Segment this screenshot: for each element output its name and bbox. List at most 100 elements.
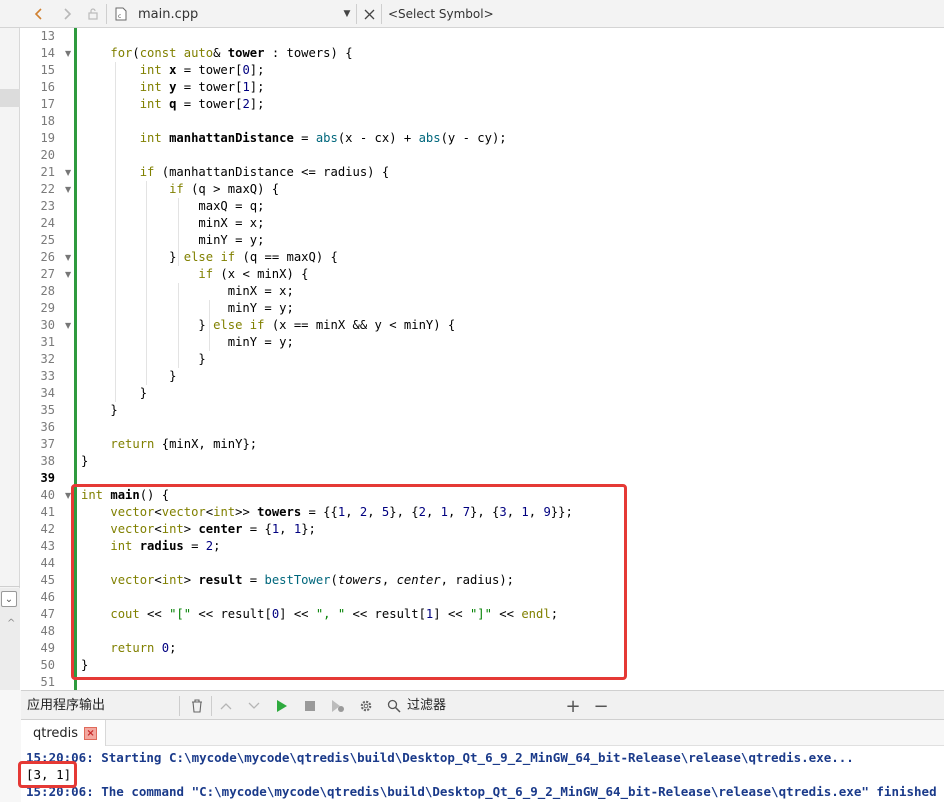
filter-input[interactable]: 过滤器 <box>407 691 446 721</box>
zoom-out-icon[interactable]: − <box>591 696 611 717</box>
tab-label: qtredis <box>33 725 79 741</box>
indent-guide <box>177 198 179 266</box>
line-number: 49 <box>40 641 55 655</box>
symbol-selector[interactable]: <Select Symbol> <box>388 0 588 28</box>
code-token: int <box>139 97 162 111</box>
code-line[interactable]: minX = x; <box>81 283 294 300</box>
code-line[interactable]: int y = tower[1]; <box>81 79 265 96</box>
search-icon[interactable] <box>384 696 404 716</box>
code-token: = tower[ <box>176 97 243 111</box>
code-line[interactable]: } else if (q == maxQ) { <box>81 249 338 266</box>
forward-icon[interactable] <box>58 0 76 28</box>
fold-marker-icon[interactable]: ▼ <box>65 164 73 181</box>
fold-marker-icon[interactable]: ▼ <box>65 317 73 334</box>
back-icon[interactable] <box>30 0 48 28</box>
code-line[interactable]: } <box>81 453 88 470</box>
code-token: = tower[ <box>176 80 243 94</box>
stop-icon[interactable] <box>300 696 320 716</box>
code-token: (x < minX) { <box>213 267 309 281</box>
left-side-panel: ⌄ ^ <box>0 28 20 690</box>
gear-icon[interactable] <box>356 696 376 716</box>
code-token: & <box>213 46 228 60</box>
line-number: 38 <box>40 454 55 468</box>
fold-marker-icon[interactable]: ▼ <box>65 45 73 62</box>
code-line[interactable]: } else if (x == minX && y < minY) { <box>81 317 455 334</box>
editor-toolbar: c main.cpp ▼ <Select Symbol> <box>0 0 944 28</box>
line-number: 46 <box>40 590 55 604</box>
code-token: const <box>139 46 177 60</box>
code-line[interactable]: } <box>81 368 176 385</box>
svg-text:c: c <box>118 13 121 20</box>
code-line[interactable]: minX = x; <box>81 215 264 232</box>
code-token: } <box>198 352 206 366</box>
code-token: ( <box>132 46 140 60</box>
code-token: minY = y; <box>198 233 265 247</box>
line-number: 33 <box>40 369 55 383</box>
line-number: 35 <box>40 403 55 417</box>
fold-marker-icon[interactable]: ▼ <box>65 249 73 266</box>
chevron-up-icon[interactable] <box>216 696 236 716</box>
indent-guide <box>177 283 179 368</box>
code-token: for <box>110 46 133 60</box>
code-token: 0 <box>242 63 250 77</box>
chevron-down-icon[interactable] <box>244 696 264 716</box>
scroll-up-icon[interactable]: ^ <box>7 618 15 629</box>
code-token: {minX, minY}; <box>154 437 258 451</box>
code-line[interactable]: return {minX, minY}; <box>81 436 257 453</box>
code-token: (manhattanDistance <= radius) { <box>154 165 390 179</box>
line-number: 31 <box>40 335 55 349</box>
zoom-in-icon[interactable]: + <box>563 696 583 717</box>
trash-icon[interactable] <box>187 696 207 716</box>
run-icon[interactable] <box>272 696 292 716</box>
code-token: } <box>198 318 214 332</box>
code-token: = tower[ <box>176 63 243 77</box>
line-number: 48 <box>40 624 55 638</box>
code-line[interactable]: for(const auto& tower : towers) { <box>81 45 352 62</box>
code-token: } <box>169 369 177 383</box>
line-number: 15 <box>40 63 55 77</box>
code-line[interactable]: int manhattanDistance = abs(x - cx) + ab… <box>81 130 507 147</box>
close-tab-icon[interactable]: × <box>84 726 98 740</box>
side-selection[interactable] <box>0 89 20 107</box>
code-line[interactable]: } <box>81 351 206 368</box>
code-line[interactable]: minY = y; <box>81 300 294 317</box>
indent-guide <box>209 334 211 351</box>
collapse-icon[interactable]: ⌄ <box>1 591 17 607</box>
line-number: 20 <box>40 148 55 162</box>
line-number: 47 <box>40 607 55 621</box>
file-selector[interactable]: main.cpp <box>138 0 338 28</box>
code-token: minX = x; <box>227 284 294 298</box>
lock-icon[interactable] <box>84 0 102 28</box>
fold-marker-icon[interactable]: ▼ <box>65 266 73 283</box>
close-icon[interactable] <box>360 0 378 28</box>
line-number: 50 <box>40 658 55 672</box>
file-name: main.cpp <box>138 6 199 22</box>
code-token: else <box>183 250 214 264</box>
code-line[interactable]: int q = tower[2]; <box>81 96 265 113</box>
attach-debugger-icon[interactable] <box>328 696 348 716</box>
highlight-box-output <box>18 761 77 788</box>
code-token: minX = x; <box>198 216 265 230</box>
file-icon: c <box>112 0 130 28</box>
code-line[interactable]: int x = tower[0]; <box>81 62 265 79</box>
code-line[interactable]: minY = y; <box>81 232 264 249</box>
code-token: return <box>110 437 155 451</box>
tab-qtredis[interactable]: qtredis × <box>21 720 107 746</box>
line-number: 18 <box>40 114 55 128</box>
code-line[interactable]: if (q > maxQ) { <box>81 181 279 198</box>
code-line[interactable]: if (manhattanDistance <= radius) { <box>81 164 390 181</box>
fold-marker-icon[interactable]: ▼ <box>65 181 73 198</box>
code-line[interactable]: } <box>81 402 117 419</box>
output-console[interactable]: 15:20:06: Starting C:\mycode\mycode\qtre… <box>21 746 944 802</box>
code-line[interactable]: minY = y; <box>81 334 294 351</box>
line-number: 30 <box>40 318 55 332</box>
dropdown-icon[interactable]: ▼ <box>340 0 354 28</box>
line-number: 51 <box>40 675 55 689</box>
code-editor[interactable]: 13 14 ▼ 15 16 17 18 19 20 21 ▼ 22 ▼ 23 24 25 26 ▼ 27 ▼ 28 29 3… <box>21 28 944 690</box>
code-line[interactable]: maxQ = q; <box>81 198 264 215</box>
line-number: 45 <box>40 573 55 587</box>
